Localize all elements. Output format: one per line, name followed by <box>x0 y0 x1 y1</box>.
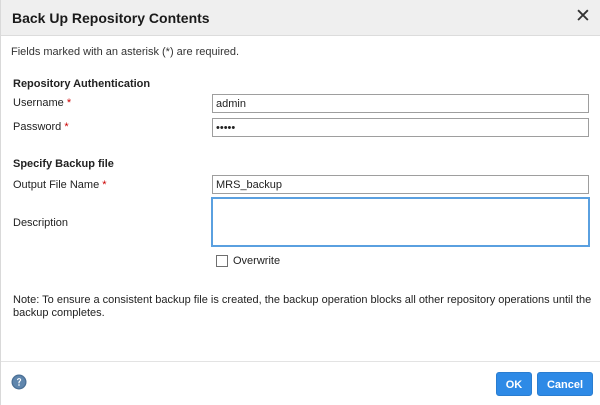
overwrite-label: Overwrite <box>233 255 281 267</box>
help-icon[interactable] <box>11 374 27 390</box>
output-file-label-text: Output File Name <box>13 179 100 191</box>
output-file-label: Output File Name * <box>13 179 107 191</box>
close-icon[interactable]: ✕ <box>575 7 591 26</box>
password-input[interactable] <box>212 118 589 137</box>
required-asterisk: * <box>66 97 72 109</box>
backup-note: Note: To ensure a consistent backup file… <box>13 294 592 319</box>
required-fields-note: Fields marked with an asterisk (*) are r… <box>11 46 240 58</box>
username-label: Username * <box>13 97 71 109</box>
backup-dialog: Back Up Repository Contents ✕ Fields mar… <box>0 0 600 405</box>
description-textarea[interactable] <box>211 197 590 247</box>
password-label: Password * <box>13 121 69 133</box>
required-asterisk: * <box>102 179 107 191</box>
dialog-titlebar: Back Up Repository Contents ✕ <box>1 0 600 36</box>
required-asterisk: * <box>64 121 69 133</box>
username-input[interactable] <box>212 94 589 113</box>
username-label-text: Username <box>13 97 64 109</box>
password-label-text: Password <box>13 121 62 133</box>
overwrite-checkbox[interactable] <box>216 255 228 267</box>
cancel-button[interactable]: Cancel <box>537 372 593 396</box>
dialog-title: Back Up Repository Contents <box>12 10 210 26</box>
output-file-input[interactable] <box>212 175 589 194</box>
dialog-footer: OK Cancel <box>1 361 600 405</box>
section-title-backup-file: Specify Backup file <box>13 158 114 170</box>
ok-button[interactable]: OK <box>496 372 532 396</box>
section-title-authentication: Repository Authentication <box>13 78 151 90</box>
description-label: Description <box>13 217 69 229</box>
